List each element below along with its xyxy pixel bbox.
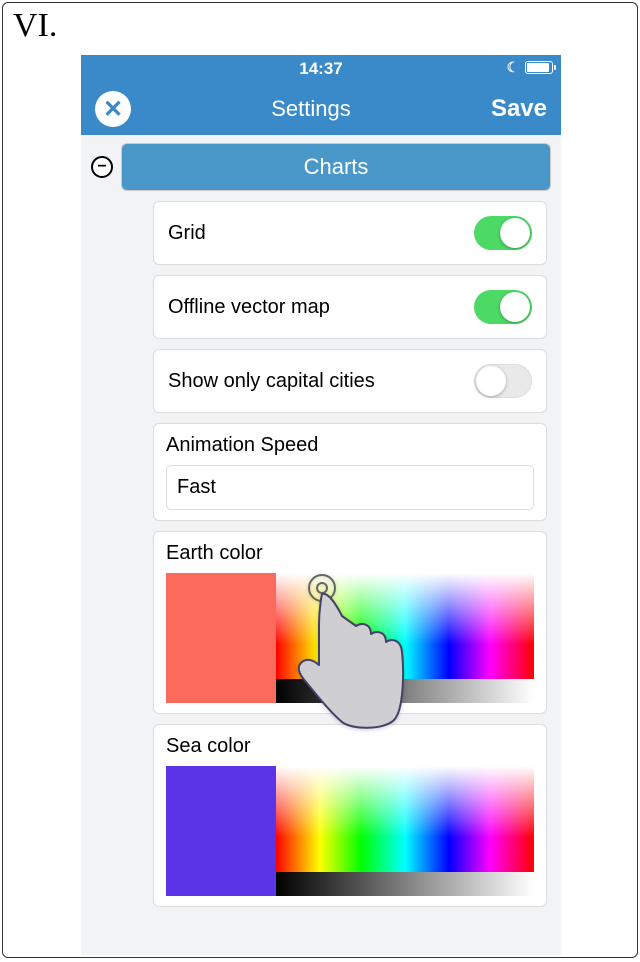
label-offline-map: Offline vector map [168, 296, 330, 319]
picker-earth-color[interactable] [276, 573, 534, 703]
row-sea-color: Sea color [153, 724, 547, 907]
battery-icon [525, 61, 553, 74]
toggle-grid[interactable] [474, 216, 532, 250]
label-animation-speed: Animation Speed [166, 434, 534, 457]
label-capital-cities: Show only capital cities [168, 370, 375, 393]
picker-sea-color[interactable] [276, 766, 534, 896]
page-title: Settings [271, 96, 351, 122]
row-earth-color: Earth color [153, 531, 547, 714]
toggle-capital-cities[interactable] [474, 364, 532, 398]
row-animation-speed: Animation Speed Fast [153, 423, 547, 521]
row-capital-cities: Show only capital cities [153, 349, 547, 413]
swatch-earth-color [166, 573, 276, 703]
save-button[interactable]: Save [491, 95, 547, 123]
phone-screen: 14:37 ☾ ✕ Settings Save − Charts Grid [81, 55, 561, 955]
label-earth-color: Earth color [166, 542, 534, 565]
status-bar: 14:37 ☾ [81, 55, 561, 83]
section-header-charts[interactable]: Charts [121, 143, 551, 191]
row-offline-map: Offline vector map [153, 275, 547, 339]
swatch-sea-color [166, 766, 276, 896]
toggle-offline-map[interactable] [474, 290, 532, 324]
label-sea-color: Sea color [166, 735, 534, 758]
minus-circle-icon[interactable]: − [91, 156, 113, 178]
status-time: 14:37 [299, 59, 342, 79]
select-animation-speed[interactable]: Fast [166, 465, 534, 510]
moon-icon: ☾ [506, 59, 519, 76]
row-grid: Grid [153, 201, 547, 265]
close-icon: ✕ [103, 95, 123, 124]
figure-number: VI. [13, 7, 57, 45]
label-grid: Grid [168, 222, 206, 245]
nav-bar: ✕ Settings Save [81, 83, 561, 135]
close-button[interactable]: ✕ [95, 91, 131, 127]
